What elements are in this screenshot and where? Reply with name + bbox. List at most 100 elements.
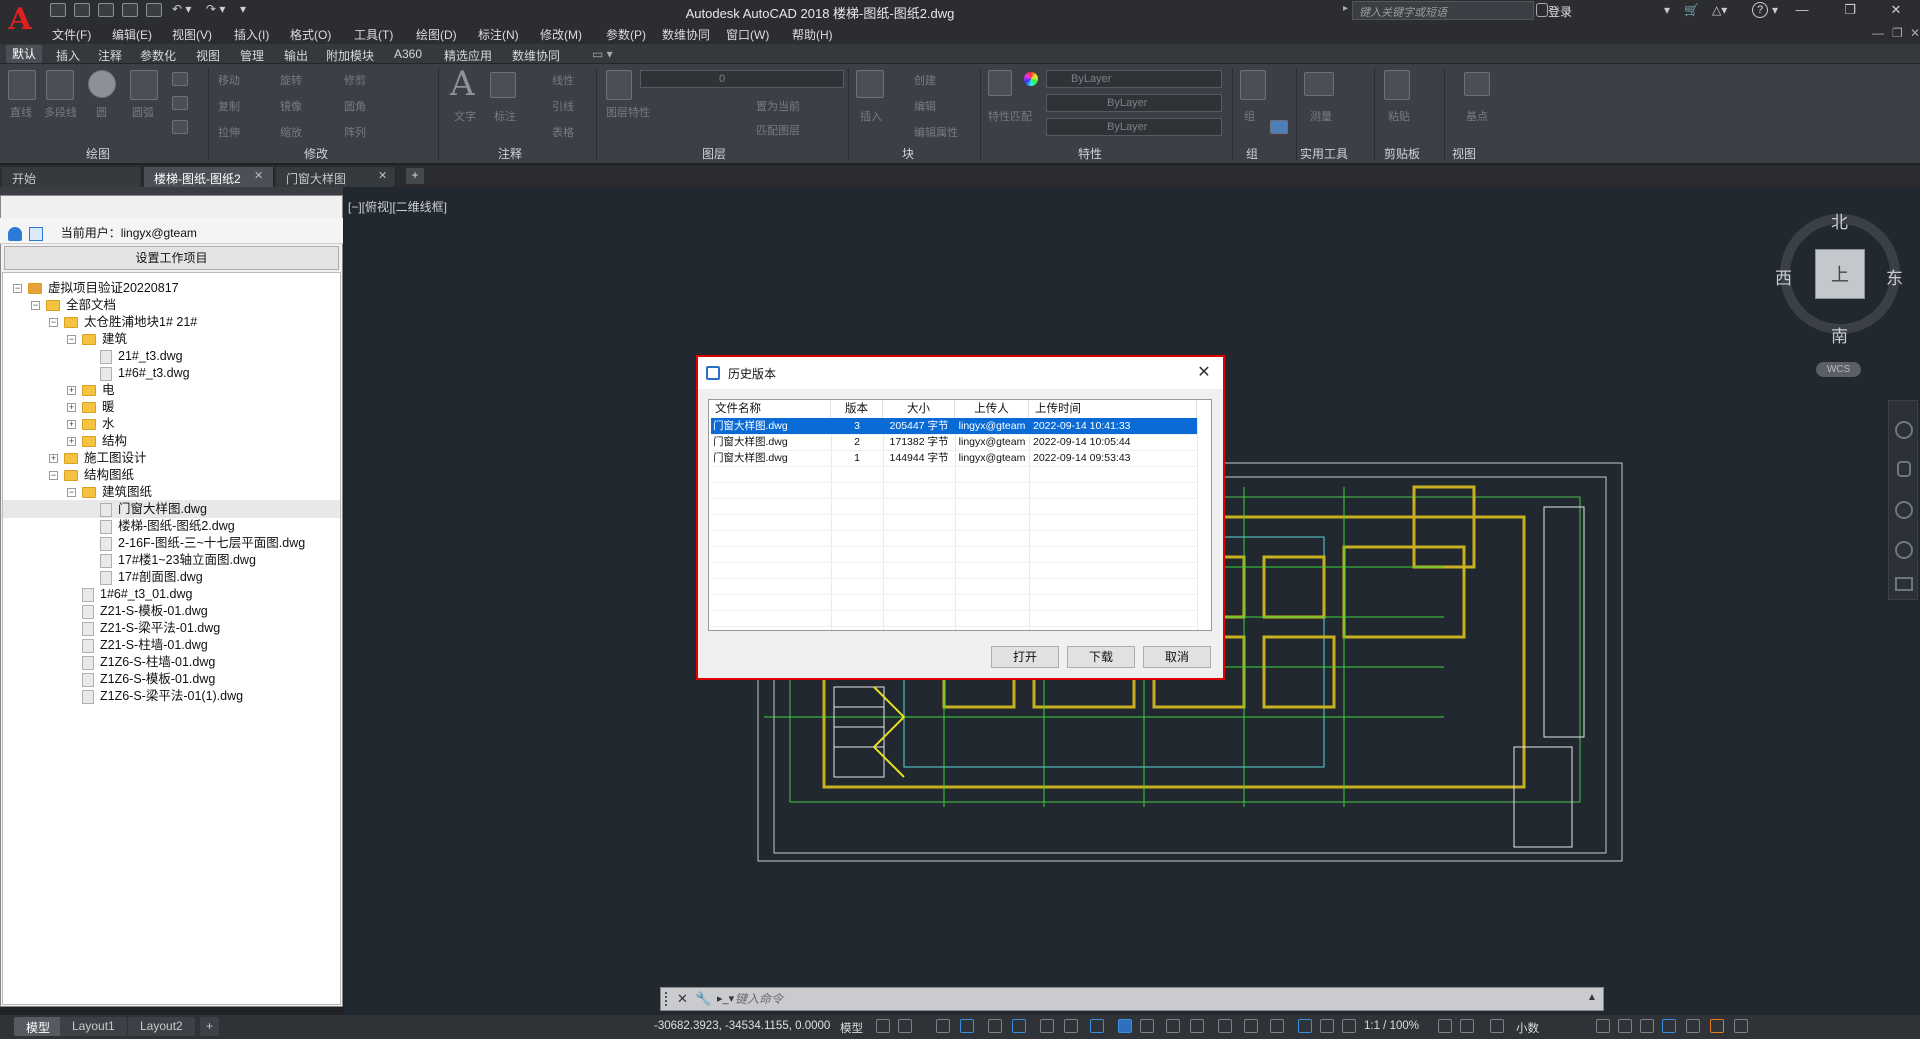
ribbon-toggle-icon[interactable]: ▭ ▾ [592, 47, 613, 61]
dialog-close-icon[interactable]: ✕ [1192, 362, 1216, 384]
transparency-icon[interactable] [1140, 1019, 1154, 1033]
collapse-icon[interactable]: − [67, 335, 76, 345]
panel-clipboard-title[interactable]: 剪贴板 [1384, 145, 1420, 162]
cmd-close-icon[interactable]: ✕ [677, 991, 688, 1007]
tree-folder-item[interactable]: + 电 [3, 381, 340, 399]
isolate-objects-icon[interactable] [1640, 1019, 1654, 1033]
measure-icon[interactable] [1304, 72, 1334, 96]
grid-icon[interactable] [876, 1019, 890, 1033]
tree-folder-item[interactable]: + 暖 [3, 398, 340, 416]
arc-icon[interactable] [130, 70, 158, 100]
open-file-icon[interactable] [74, 3, 90, 17]
cancel-button[interactable]: 取消 [1143, 646, 1211, 668]
panel-draw-title[interactable]: 绘图 [86, 145, 110, 162]
panel-view-title[interactable]: 视图 [1452, 145, 1476, 162]
region-icon[interactable] [172, 120, 188, 134]
tree-file-item[interactable]: 门窗大样图.dwg [3, 500, 340, 518]
layer-combo[interactable]: 0 [640, 70, 844, 88]
panel-modify-title[interactable]: 修改 [304, 145, 328, 162]
expand-icon[interactable]: + [67, 403, 76, 413]
table-label[interactable]: 表格 [552, 124, 574, 140]
doc-close-icon[interactable]: ✕ [1910, 26, 1920, 40]
clean-screen-icon[interactable] [1596, 1019, 1610, 1033]
tree-folder-item[interactable]: − 太仓胜浦地块1# 21# [3, 313, 340, 331]
col-filename[interactable]: 文件名称 [709, 400, 831, 418]
login-button[interactable]: 登录 [1548, 3, 1572, 20]
menu-help[interactable]: 帮助(H) [792, 26, 833, 43]
collapse-icon[interactable]: − [31, 301, 40, 311]
menu-dimension[interactable]: 标注(N) [478, 26, 519, 43]
collapse-icon[interactable]: − [13, 284, 22, 294]
pan-icon[interactable] [1897, 461, 1911, 477]
save-icon[interactable] [98, 3, 114, 17]
layout-tab-2[interactable]: Layout2 [128, 1017, 195, 1036]
lineweight-icon[interactable] [1118, 1019, 1132, 1033]
model-space-toggle[interactable]: 模型 [840, 1020, 863, 1036]
tab-manage[interactable]: 管理 [240, 47, 264, 64]
cmd-recent-icon[interactable]: ▸_▾ [717, 992, 734, 1005]
circle-icon[interactable] [88, 70, 116, 98]
zoom-icon[interactable] [1895, 501, 1913, 519]
col-uploader[interactable]: 上传人 [955, 400, 1029, 418]
tree-file-item[interactable]: Z21-S-梁平法-01.dwg [3, 619, 340, 637]
menu-file[interactable]: 文件(F) [52, 26, 91, 43]
fillet-label[interactable]: 圆角 [344, 98, 366, 114]
tree-file-item[interactable]: 1#6#_t3.dwg [3, 364, 340, 382]
paste-icon[interactable] [1384, 70, 1410, 100]
version-row[interactable]: 门窗大样图.dwg 3 205447 字节 lingyx@gteam 2022-09-1… [711, 418, 1197, 434]
otrack-icon[interactable] [1064, 1019, 1078, 1033]
tree-file-item[interactable]: Z1Z6-S-模板-01.dwg [3, 670, 340, 688]
collapse-icon[interactable]: − [49, 318, 58, 328]
tab-parametric[interactable]: 参数化 [140, 47, 176, 64]
tree-file-item[interactable]: Z1Z6-S-梁平法-01(1).dwg [3, 687, 340, 705]
menu-insert[interactable]: 插入(I) [234, 26, 269, 43]
menu-edit[interactable]: 编辑(E) [112, 26, 152, 43]
panel-annotation-title[interactable]: 注释 [498, 145, 522, 162]
tree-file-item[interactable]: Z21-S-柱墙-01.dwg [3, 636, 340, 654]
menu-window[interactable]: 窗口(W) [726, 26, 769, 43]
undo-icon[interactable]: ↶ ▾ [172, 2, 191, 16]
tab-collab[interactable]: 数维协同 [512, 47, 560, 64]
linear-label[interactable]: 线性 [552, 72, 574, 88]
showmotion-icon[interactable] [1895, 577, 1913, 591]
cmd-history-icon[interactable]: ▲ [1587, 992, 1597, 1003]
lineweight-combo[interactable]: ByLayer [1046, 118, 1222, 136]
linetype-combo[interactable]: ByLayer [1046, 94, 1222, 112]
array-label[interactable]: 阵列 [344, 124, 366, 140]
group-icon[interactable] [1240, 70, 1266, 100]
tab-view[interactable]: 视图 [196, 47, 220, 64]
collapse-icon[interactable]: − [67, 488, 76, 498]
edit-label[interactable]: 编辑 [914, 98, 936, 114]
expand-icon[interactable]: + [67, 386, 76, 396]
doc-tab-start[interactable]: 开始 [2, 167, 142, 187]
dynamic-ucs-icon[interactable] [1218, 1019, 1232, 1033]
tree-file-item[interactable]: 2-16F-图纸-三~十七层平面图.dwg [3, 534, 340, 552]
performance-icon[interactable] [1686, 1019, 1700, 1033]
scale-label[interactable]: 缩放 [280, 124, 302, 140]
close-window-icon[interactable]: ✕ [1882, 2, 1910, 20]
open-button[interactable]: 打开 [991, 646, 1059, 668]
restore-icon[interactable]: ❐ [1836, 2, 1864, 20]
workspace-gear-icon[interactable] [1438, 1019, 1452, 1033]
infer-icon[interactable] [936, 1019, 950, 1033]
tree-folder-item[interactable]: + 结构 [3, 432, 340, 450]
login-dropdown-icon[interactable]: ▾ [1664, 3, 1670, 17]
mirror-label[interactable]: 镜像 [280, 98, 302, 114]
osnap-icon[interactable] [1090, 1019, 1104, 1033]
a360-icon[interactable]: △▾ [1712, 3, 1727, 17]
panel-properties-title[interactable]: 特性 [1078, 145, 1102, 162]
set-current-label[interactable]: 置为当前 [756, 98, 800, 114]
version-row[interactable]: 门窗大样图.dwg 1 144944 字节 lingyx@gteam 2022-09-1… [711, 450, 1197, 466]
version-list[interactable]: 文件名称 版本 大小 上传人 上传时间 门窗大样图.dwg 3 205447 字节 l… [708, 399, 1212, 631]
tree-folder-item[interactable]: − 全部文档 [3, 296, 340, 314]
steering-wheel-icon[interactable] [1895, 421, 1913, 439]
help-dropdown-icon[interactable]: ▾ [1772, 3, 1778, 17]
tab-insert[interactable]: 插入 [56, 47, 80, 64]
binoculars-icon[interactable] [1536, 3, 1548, 17]
viewcube-west[interactable]: 西 [1775, 264, 1792, 289]
tab-featured[interactable]: 精选应用 [444, 47, 492, 64]
customization-icon[interactable] [1734, 1019, 1748, 1033]
group-select-icon[interactable] [1270, 120, 1288, 134]
doc-restore-icon[interactable]: ❐ [1892, 26, 1903, 40]
expand-icon[interactable]: + [67, 420, 76, 430]
